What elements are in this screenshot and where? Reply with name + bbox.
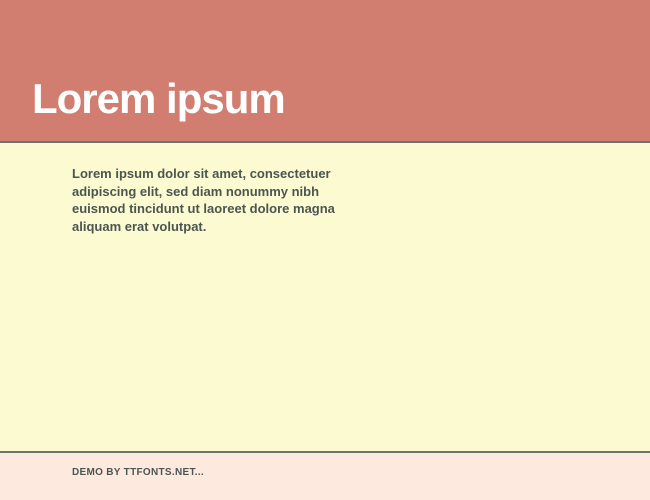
body-paragraph: Lorem ipsum dolor sit amet, consectetuer… [72,165,347,235]
footer-text: DEMO BY TTFONTS.NET... [72,467,650,478]
main-content: Lorem ipsum dolor sit amet, consectetuer… [0,142,650,452]
footer: DEMO BY TTFONTS.NET... [0,452,650,500]
header: Lorem ipsum [0,0,650,142]
page-title: Lorem ipsum [32,75,285,123]
